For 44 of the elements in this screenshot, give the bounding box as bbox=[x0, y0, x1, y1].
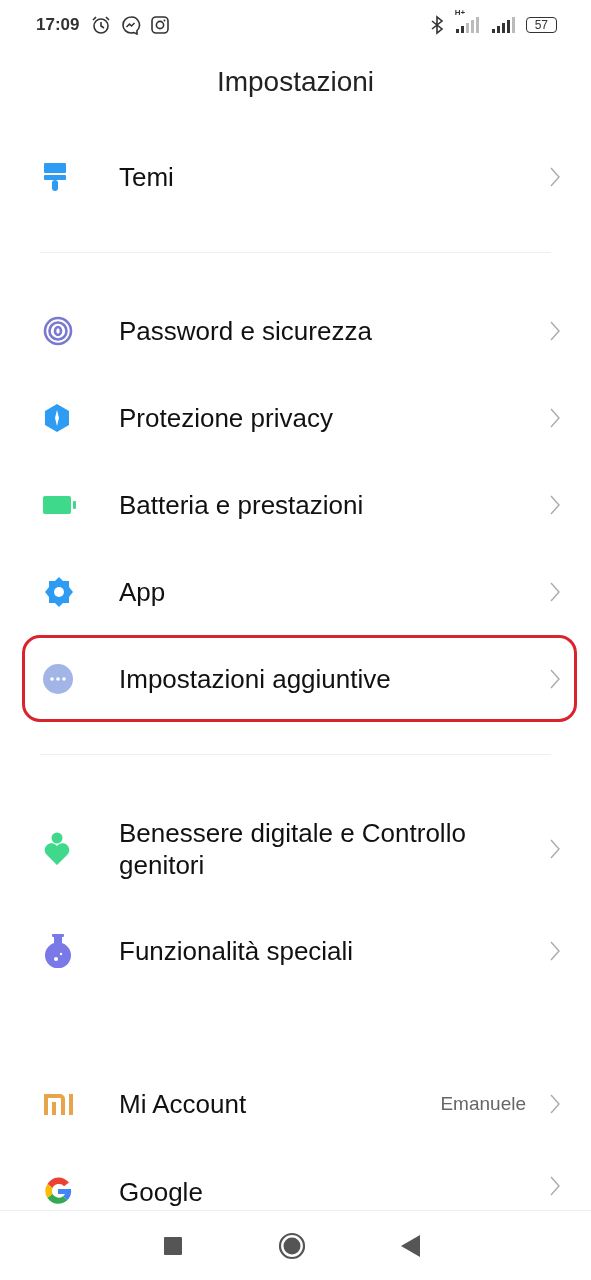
shield-icon bbox=[43, 402, 71, 433]
chevron-right-icon bbox=[550, 166, 560, 187]
settings-item[interactable]: Benessere digitale e Controllo genitori bbox=[22, 791, 577, 907]
settings-item[interactable]: Password e sicurezza bbox=[22, 287, 577, 374]
settings-item[interactable]: Protezione privacy bbox=[22, 374, 577, 461]
chevron-right-icon bbox=[550, 320, 560, 341]
google-logo-icon bbox=[43, 1176, 73, 1206]
battery-icon bbox=[43, 495, 77, 514]
signal-icon bbox=[453, 17, 480, 33]
settings-item[interactable]: Batteria e prestazioni bbox=[22, 461, 577, 548]
mi-logo-icon bbox=[43, 1092, 75, 1115]
paint-brush-icon bbox=[43, 161, 67, 192]
alarm-clock-icon bbox=[91, 15, 112, 35]
status-time: 17:09 bbox=[36, 15, 80, 35]
settings-item[interactable]: Impostazioni aggiuntive bbox=[22, 635, 577, 722]
settings-item[interactable]: Funzionalità speciali bbox=[22, 907, 577, 994]
settings-item[interactable]: Temi bbox=[22, 133, 577, 220]
settings-item[interactable]: Mi Account Emanuele bbox=[22, 1060, 577, 1147]
chevron-right-icon bbox=[550, 940, 560, 961]
chevron-right-icon bbox=[550, 668, 560, 689]
chevron-right-icon bbox=[550, 1176, 560, 1196]
settings-item[interactable]: App bbox=[22, 548, 577, 635]
more-icon bbox=[43, 663, 73, 694]
chevron-right-icon bbox=[550, 1093, 560, 1114]
gear-icon bbox=[43, 575, 75, 608]
chevron-right-icon bbox=[550, 494, 560, 515]
chevron-right-icon bbox=[550, 407, 560, 428]
account-name: Emanuele bbox=[440, 1092, 526, 1115]
network-type-label: H+ bbox=[454, 8, 466, 17]
signal-icon bbox=[489, 17, 516, 33]
chevron-right-icon bbox=[550, 839, 560, 859]
home-button[interactable] bbox=[277, 1231, 306, 1260]
back-button[interactable] bbox=[401, 1234, 421, 1257]
bluetooth-icon bbox=[429, 15, 444, 35]
battery-indicator: 57 bbox=[525, 17, 557, 33]
recents-button[interactable] bbox=[164, 1236, 182, 1255]
flask-icon bbox=[43, 933, 73, 968]
page-title: Impostazioni bbox=[215, 65, 376, 99]
settings-item[interactable]: Google bbox=[22, 1147, 577, 1210]
camera-icon bbox=[151, 16, 170, 34]
chat-bubble-icon bbox=[121, 15, 142, 35]
fingerprint-icon bbox=[43, 315, 73, 346]
chevron-right-icon bbox=[550, 581, 560, 602]
person-heart-icon bbox=[43, 832, 71, 866]
